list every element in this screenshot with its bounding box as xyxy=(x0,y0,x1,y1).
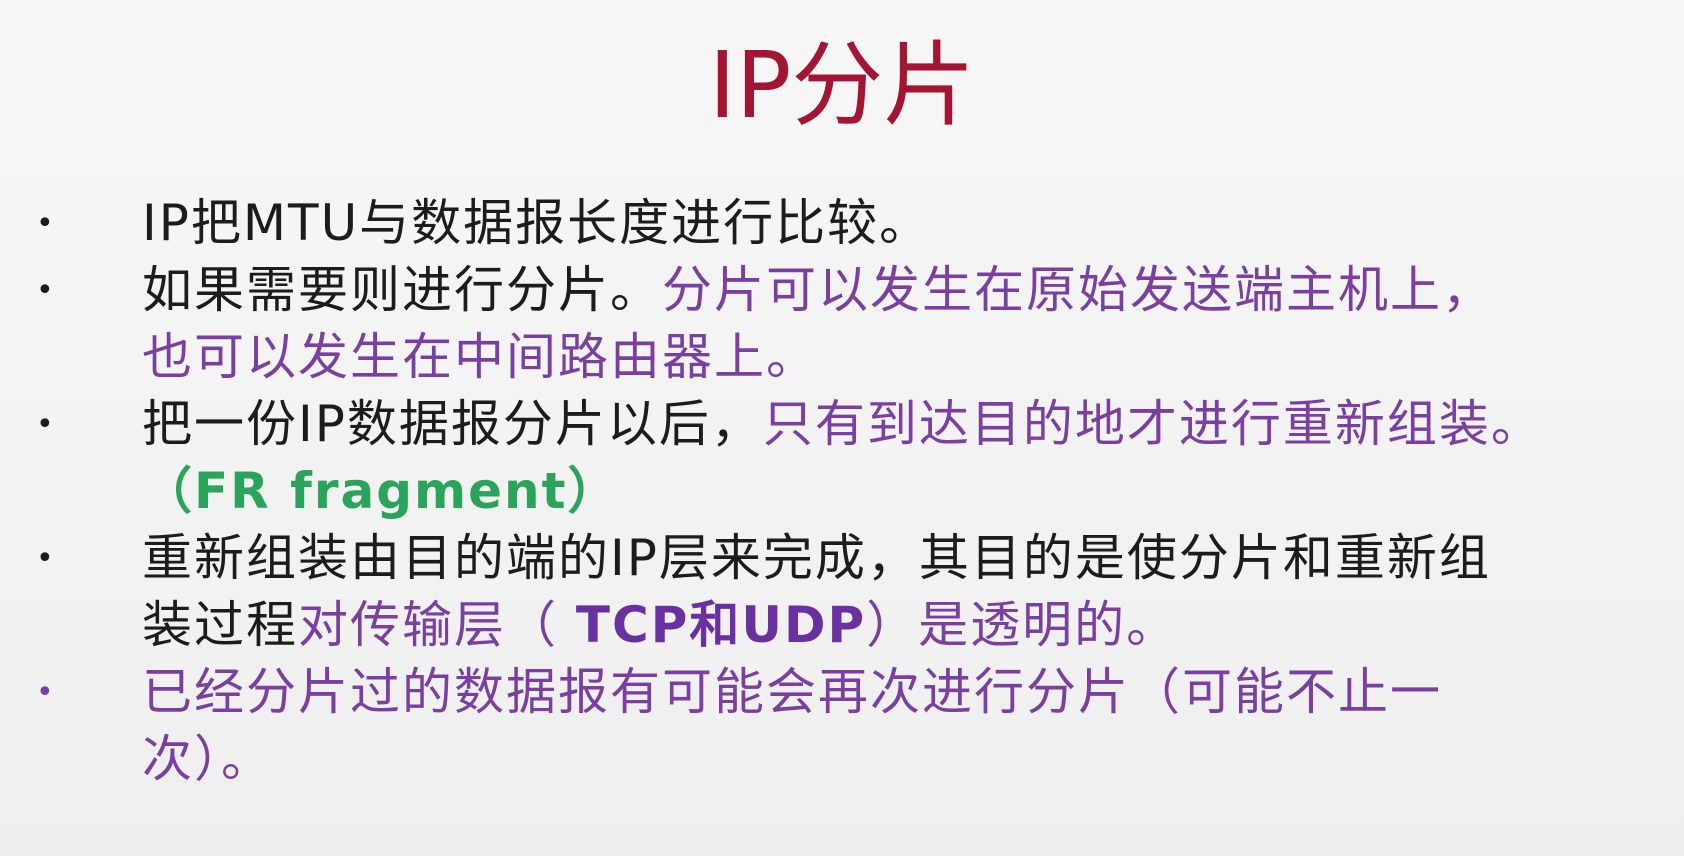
text-segment: TCP和UDP xyxy=(575,596,867,654)
bullet-line: 装过程对传输层（ TCP和UDP）是透明的。 xyxy=(142,592,1644,659)
slide: IP分片 • IP把MTU与数据报长度进行比较。 • 如果需要则进行分片。分片可以发生… xyxy=(0,0,1684,856)
bullet-line: 也可以发生在中间路由器上。 xyxy=(142,324,1644,391)
bullet-item: • IP把MTU与数据报长度进行比较。 xyxy=(0,190,1684,257)
bullet-line: 如果需要则进行分片。分片可以发生在原始发送端主机上， xyxy=(142,257,1644,324)
bullet-item: • 已经分片过的数据报有可能会再次进行分片（可能不止一 次）。 xyxy=(0,659,1684,793)
text-segment: 只有到达目的地才进行重新组装。 xyxy=(762,395,1543,453)
bullet-line: 重新组装由目的端的IP层来完成，其目的是使分片和重新组 xyxy=(142,525,1644,592)
bullet-item: • 如果需要则进行分片。分片可以发生在原始发送端主机上， 也可以发生在中间路由器上。 xyxy=(0,257,1684,391)
text-segment: 分片可以发生在原始发送端主机上， xyxy=(662,261,1494,319)
text-segment: （FR fragment） xyxy=(142,462,620,520)
bullet-dot-icon: • xyxy=(36,273,56,308)
text-segment: IP把MTU与数据报长度进行比较。 xyxy=(142,194,932,252)
bullet-dot-icon: • xyxy=(36,206,56,241)
bullet-line: 已经分片过的数据报有可能会再次进行分片（可能不止一 xyxy=(142,659,1644,726)
text-segment: 如果需要则进行分片。 xyxy=(142,261,662,319)
bullet-dot-icon: • xyxy=(36,541,56,576)
bullet-line: （FR fragment） xyxy=(142,458,1644,525)
text-segment: 把一份IP数据报分片以后， xyxy=(142,395,763,453)
text-segment: 已经分片过的数据报有可能会再次进行分片（可能不止一 xyxy=(142,663,1442,721)
bullet-line: 把一份IP数据报分片以后，只有到达目的地才进行重新组装。 xyxy=(142,391,1644,458)
text-segment: 装过程 xyxy=(142,596,298,654)
text-segment: 也可以发生在中间路由器上。 xyxy=(142,328,818,386)
bullet-line: IP把MTU与数据报长度进行比较。 xyxy=(142,190,1644,257)
text-segment: 对传输层（ xyxy=(298,596,576,654)
bullet-dot-icon: • xyxy=(36,675,56,710)
text-segment: 重新组装由目的端的IP层来完成，其目的是使分片和重新组 xyxy=(142,529,1491,587)
slide-title: IP分片 xyxy=(708,32,976,139)
text-segment: ）是透明的。 xyxy=(866,596,1179,654)
text-segment: 次）。 xyxy=(142,730,273,788)
bullet-item: • 把一份IP数据报分片以后，只有到达目的地才进行重新组装。 （FR fragmen… xyxy=(0,391,1684,525)
bullet-list: • IP把MTU与数据报长度进行比较。 • 如果需要则进行分片。分片可以发生在原始发送… xyxy=(0,190,1684,793)
bullet-dot-icon: • xyxy=(36,407,56,442)
bullet-line: 次）。 xyxy=(142,726,1644,793)
bullet-item: • 重新组装由目的端的IP层来完成，其目的是使分片和重新组 装过程对传输层（ TCP… xyxy=(0,525,1684,659)
